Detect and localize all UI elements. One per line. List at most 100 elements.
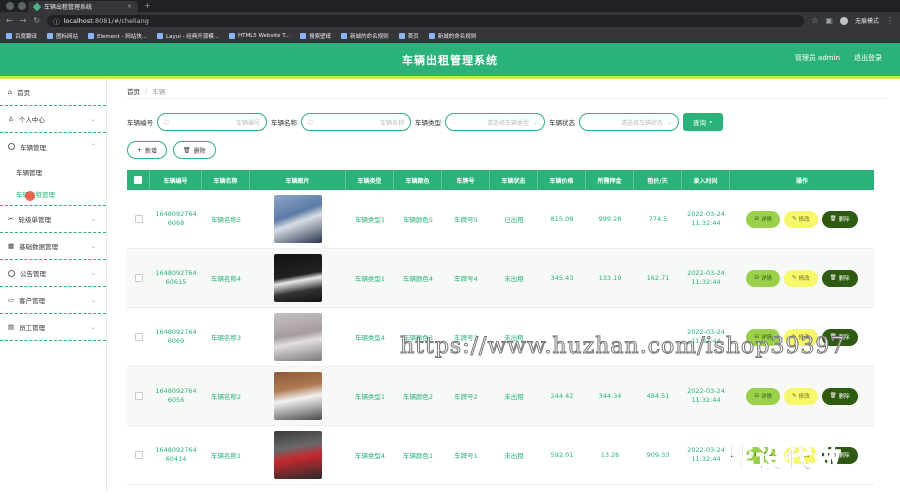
bookmark[interactable]: 新城的命名规则 [428,32,476,40]
vehicle-image[interactable] [274,372,322,420]
logout-link[interactable]: 退出登录 [854,53,882,63]
breadcrumb-home[interactable]: 首页 [127,86,140,96]
cell-color: 车辆颜色5 [402,216,434,224]
select-all-checkbox[interactable] [134,176,142,184]
sidebar-subitem-vehicle-rent[interactable]: 车辆出租管理 [0,183,106,206]
row-select-cell [127,308,150,366]
sidebar-item-label: 车辆管理 [16,168,42,177]
sidebar-item-staff[interactable]: ▤ 员工管理 ⌄ [0,314,106,341]
sidebar-item-label: 车辆管理 [20,143,46,152]
add-button[interactable]: + 新增 [127,141,168,159]
star-icon[interactable]: ☆ [811,16,818,25]
bookmark-icon [398,32,405,39]
profile-avatar[interactable] [839,16,848,25]
vehicle-image[interactable] [274,195,322,243]
search-label-name: 车辆名称 [271,119,297,127]
reload-icon[interactable]: ↻ [33,16,40,25]
database-icon: ▦ [8,242,15,250]
row-checkbox[interactable] [134,274,143,282]
detail-button[interactable]: ⊟ 详情 [746,387,780,405]
sidebar-item-home[interactable]: ⌂ 首页 [0,79,106,106]
sidebar-item-profile[interactable]: ♙ 个人中心 ⌄ [0,106,106,133]
sidebar-item-base-data[interactable]: ▦ 基础数据管理 ⌄ [0,233,106,260]
bookmark[interactable]: 图标网站 [47,32,78,40]
table-row[interactable]: 1648092764 6056 车辆名称2 车辆类型1 车辆颜色2 车牌号2 未出… [127,367,874,426]
detail-button[interactable]: ⊟ 详情 [746,210,780,228]
url-field[interactable]: ⓘ localhost:8081/#/cheliang [47,14,805,27]
row-checkbox[interactable] [134,333,143,341]
sidebar-item-customers[interactable]: ▭ 客户管理 ⌄ [0,287,106,314]
edit-button[interactable]: ✎ 修改 [784,210,818,228]
vehicle-name-input[interactable]: ○ 车辆名称 [301,113,411,131]
close-tab-icon[interactable]: × [127,3,132,10]
extensions-icon[interactable]: ▣ [825,16,833,25]
search-form: 车辆编号 ○ 车辆编号 车辆名称 ○ 车辆名称 车辆类型 请选择车辆类型 ⌄ 车辆状态… [127,113,886,131]
col-header[interactable]: 车牌号 [442,170,490,190]
sidebar-item-orders[interactable]: ✂ 轮级单管理 ⌄ [0,206,106,233]
vehicle-code-input[interactable]: ○ 车辆编号 [157,113,267,131]
col-header[interactable]: 车辆名称 [202,170,250,190]
forward-icon[interactable]: → [20,16,27,25]
new-tab-button[interactable]: + [144,1,151,10]
code-part: 1648092764 [155,269,197,277]
bookmark[interactable]: 新城的命名规则 [341,32,389,40]
tab-search-icon[interactable] [6,2,14,10]
col-header[interactable]: 车辆编号 [150,170,202,190]
col-header[interactable]: 车辆颜色 [394,170,442,190]
bookmark[interactable]: Element - 网站快... [88,32,147,40]
vehicle-image[interactable] [274,254,322,302]
delete-button[interactable]: 🗑 删除 [821,269,858,287]
row-checkbox[interactable] [134,392,143,400]
col-header[interactable]: 车辆状态 [490,170,538,190]
col-header[interactable]: 录入时间 [682,170,730,190]
bookmark[interactable]: 搜索壁纸 [300,32,331,40]
row-checkbox[interactable] [134,215,143,223]
created-time: 11:32:44 [691,278,721,286]
vehicle-image[interactable] [274,313,322,361]
vehicle-status-select[interactable]: 请选择车辆状态 ⌄ [579,113,679,131]
sidebar-item-notices[interactable]: 公告管理 ⌄ [0,260,106,287]
watermark: https://www.huzhan.com/ishop39397 [399,334,846,360]
trash-icon: 🗑 [829,216,837,222]
sidebar-subitem-vehicle-manage[interactable]: 车辆管理 [0,160,106,183]
bookmark-icon [428,32,435,39]
back-icon[interactable]: ← [6,16,13,25]
table-row[interactable]: 1648092764 6068 车辆名称5 车辆类型1 车辆颜色5 车牌号5 已出… [127,190,874,249]
cell-code: 1648092764 6056 [150,367,202,425]
menu-icon[interactable]: ⋮ [886,16,894,25]
col-header[interactable]: 所需押金 [586,170,634,190]
batch-delete-button[interactable]: 🗑 删除 [173,141,216,159]
delete-button[interactable]: 🗑 删除 [821,387,858,405]
delete-button[interactable]: 🗑 删除 [821,210,858,228]
table-row[interactable]: 1648092764 60615 车辆名称4 车辆类型1 车辆颜色4 车牌号4 未… [127,249,874,308]
detail-button[interactable]: ⊟ 详情 [746,269,780,287]
vehicle-image[interactable] [274,431,322,479]
bookmark[interactable]: HTML5 Website T... [228,32,290,39]
bookmark[interactable]: Layui - 经典开源模... [157,32,219,40]
col-header[interactable]: 租价/天 [634,170,682,190]
query-label: 查询 [693,119,706,127]
edit-icon: ✎ [792,393,797,399]
search-label-status: 车辆状态 [549,119,575,127]
cell-status: 已出租 [504,216,524,224]
row-checkbox[interactable] [134,451,143,459]
vehicle-type-select[interactable]: 请选择车辆类型 ⌄ [445,113,545,131]
cell-deposit: 133.19 [598,274,622,282]
sidebar: ⌂ 首页 ♙ 个人中心 ⌄ 车辆管理 ⌃ 车辆管理 车辆出租管理 ✂ 轮级单管理 ⌄ ▦ 基础… [0,79,107,492]
sidebar-item-label: 轮级单管理 [18,216,51,224]
cell-image [250,190,346,248]
sidebar-item-vehicles[interactable]: 车辆管理 ⌃ [0,133,106,160]
cell-created: 2022-03-24 11:32:44 [682,367,730,425]
promo-badge: 毕设代做 [727,444,843,476]
bookmark[interactable]: 百度翻译 [6,32,37,40]
cell-color: 车辆颜色4 [402,275,434,283]
col-header[interactable]: 车辆价格 [538,170,586,190]
browser-tab[interactable]: 车辆出租管理系统 × [28,1,138,12]
bookmark[interactable]: 首页 [398,32,419,40]
query-button[interactable]: 查询 ⌕ [683,113,723,131]
col-header[interactable]: 车辆图片 [250,170,346,190]
edit-button[interactable]: ✎ 修改 [784,269,818,287]
window-icon[interactable] [18,2,26,10]
edit-button[interactable]: ✎ 修改 [784,387,818,405]
col-header[interactable]: 车辆类型 [346,170,394,190]
